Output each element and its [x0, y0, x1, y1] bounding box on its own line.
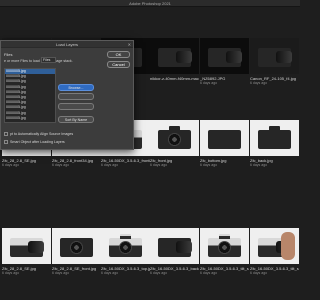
thumbnail[interactable] [250, 38, 299, 74]
thumbnail-tile[interactable]: Zfc_16-50DX_3.5-6.3_top.jpg 6 days ago [101, 228, 150, 275]
thumbnail-tile[interactable]: nikkor-z-40mm-f40mm-macro.jpg [150, 38, 199, 81]
sort-by-name-button[interactable]: Sort By Name [58, 116, 94, 123]
file-date: 6 days ago [101, 271, 119, 275]
thumbnail[interactable] [150, 228, 199, 264]
browse-button[interactable]: Browse... [58, 84, 94, 91]
align-checkbox-label: pt to Automatically Align Source Images [10, 132, 74, 136]
dialog-title: Load Layers [1, 41, 133, 48]
thumbnail[interactable] [150, 38, 199, 74]
lens-image [208, 48, 242, 67]
thumbnail[interactable] [150, 120, 199, 156]
thumbnail-tile[interactable]: Zfc_front.jpg 6 days ago [150, 120, 199, 167]
thumbnail-tile[interactable]: Zfc_28_2.8_SE.jpg 6 days ago [2, 228, 51, 275]
thumbnail-tile[interactable]: Zfc_16-50DX_3.5-6.3_tilt_side_back.jpg 6… [250, 228, 299, 275]
camera-image [208, 130, 241, 149]
load-layers-dialog: Load Layers ✕ Files e or more Files to l… [0, 40, 134, 150]
lens-image [158, 48, 192, 67]
file-date: 6 days ago [250, 81, 268, 85]
thumbnail-tile[interactable]: _NZ6892.JPG 6 days ago [200, 38, 249, 85]
thumbnail[interactable] [250, 120, 299, 156]
file-date: 6 days ago [250, 271, 268, 275]
camera-image [208, 234, 241, 257]
source-files-label: Files [4, 52, 13, 57]
checkbox-box[interactable] [4, 132, 8, 136]
align-checkbox[interactable]: pt to Automatically Align Source Images [4, 132, 73, 137]
smart-object-checkbox-label: Smart Object after Loading Layers [10, 140, 65, 144]
file-date: 6 days ago [101, 163, 119, 167]
lens-image [258, 48, 292, 67]
camera-image [158, 126, 191, 149]
file-date: 6 days ago [52, 271, 70, 275]
thumbnail[interactable] [200, 38, 249, 74]
title-bar: Adobe Photoshop 2021 [0, 0, 300, 7]
cancel-button[interactable]: Cancel [107, 61, 130, 68]
file-date: 6 days ago [200, 271, 218, 275]
remove-button[interactable] [58, 93, 94, 100]
instruction-text: e or more Files to load into an image st… [4, 59, 73, 63]
thumbnail-tile[interactable]: Zfc_16-50DX_3.5-6.3_backup.jpg 6 days ag… [150, 228, 199, 275]
file-date: 6 days ago [52, 163, 70, 167]
file-list-item[interactable]: 0000005.jpg [5, 116, 55, 121]
thumbnail[interactable] [200, 120, 249, 156]
file-date: 6 days ago [250, 163, 268, 167]
thumbnail-tile[interactable]: Canon_RF_24-105_f4.jpg 6 days ago [250, 38, 299, 85]
file-date: 6 days ago [2, 271, 20, 275]
use-select[interactable]: Files [41, 57, 56, 63]
window-title: Adobe Photoshop 2021 [129, 1, 171, 6]
thumbnail-tile[interactable]: Zfc_back.jpg 6 days ago [250, 120, 299, 167]
add-open-files-button[interactable] [58, 103, 94, 110]
camera-image [158, 238, 192, 257]
thumbnail-tile[interactable]: Zfc_bottom.jpg 6 days ago [200, 120, 249, 167]
file-date: 6 days ago [2, 163, 20, 167]
camera-image [60, 238, 93, 257]
file-date: 6 days ago [200, 163, 218, 167]
close-icon[interactable]: ✕ [128, 42, 131, 47]
thumbnail[interactable] [2, 228, 51, 264]
file-date: 6 days ago [150, 163, 168, 167]
thumbnail-tile[interactable]: Zfc_16-50DX_3.5-6.3_tilt_side_up.jpg 6 d… [200, 228, 249, 275]
thumbnail-tile[interactable]: Zfc_28_2.8_SE_front.jpg 6 days ago [52, 228, 101, 275]
hand-image [281, 232, 295, 260]
ok-button[interactable]: OK [107, 51, 130, 58]
camera-image [109, 234, 142, 257]
file-name: nikkor-z-40mm-f40mm-macro.jpg [150, 76, 199, 81]
thumbnail[interactable] [200, 228, 249, 264]
camera-image [258, 126, 291, 149]
camera-image [10, 238, 44, 257]
thumbnail[interactable] [250, 228, 299, 264]
file-list[interactable]: 0000005.jpg 0000005.jpg 0000005.jpg 0000… [4, 68, 56, 123]
thumbnail[interactable] [52, 228, 101, 264]
checkbox-box[interactable] [4, 140, 8, 144]
thumbnail[interactable] [101, 228, 150, 264]
smart-object-checkbox[interactable]: Smart Object after Loading Layers [4, 140, 65, 145]
file-date: 6 days ago [200, 81, 218, 85]
file-date: 6 days ago [150, 271, 168, 275]
